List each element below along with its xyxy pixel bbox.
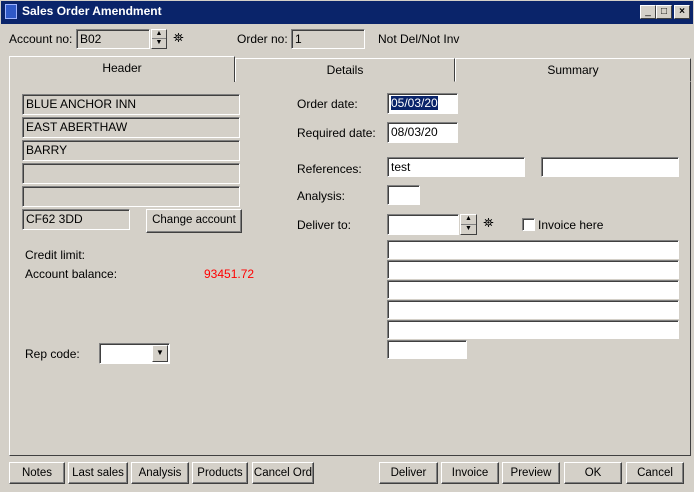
preview-button[interactable]: Preview	[502, 462, 560, 484]
address-line-3[interactable]: BARRY	[22, 140, 240, 161]
account-spinner[interactable]: ▲ ▼	[151, 29, 167, 49]
order-status: Not Del/Not Inv	[378, 32, 460, 46]
address-line-2[interactable]: EAST ABERTHAW	[22, 117, 240, 138]
account-balance-value: 93451.72	[204, 267, 255, 281]
tab-details[interactable]: Details	[235, 58, 455, 82]
spin-up-icon[interactable]: ▲	[461, 215, 476, 225]
tab-summary[interactable]: Summary	[455, 58, 691, 82]
delivery-line-1[interactable]	[387, 240, 679, 259]
account-input[interactable]: B02	[76, 29, 150, 49]
cancel-button[interactable]: Cancel	[626, 462, 684, 484]
invoice-here-label: Invoice here	[538, 218, 604, 232]
binoculars-icon[interactable]: ⛯	[478, 215, 499, 233]
minimize-button[interactable]: _	[640, 5, 656, 19]
account-label: Account no:	[9, 32, 73, 46]
account-balance-label: Account balance:	[25, 267, 118, 281]
deliver-to-spinner[interactable]: ▲ ▼	[460, 214, 477, 235]
invoice-here-checkbox[interactable]	[522, 218, 535, 231]
dropdown-arrow-icon[interactable]: ▼	[152, 345, 168, 362]
change-account-button[interactable]: Change account	[146, 209, 242, 233]
analysis-button[interactable]: Analysis	[131, 462, 189, 484]
required-date-label: Required date:	[297, 126, 376, 140]
tab-header[interactable]: Header	[9, 56, 235, 82]
reference-1-input[interactable]: test	[387, 157, 525, 177]
delivery-postcode[interactable]	[387, 340, 467, 359]
spin-up-icon[interactable]: ▲	[152, 30, 166, 39]
address-line-1[interactable]: BLUE ANCHOR INN	[22, 94, 240, 115]
address-line-4[interactable]	[22, 163, 240, 184]
delivery-line-4[interactable]	[387, 300, 679, 319]
ok-button[interactable]: OK	[564, 462, 622, 484]
window-icon	[5, 4, 17, 19]
close-button[interactable]: ×	[674, 5, 690, 19]
deliver-to-label: Deliver to:	[297, 218, 352, 232]
reference-2-input[interactable]	[541, 157, 679, 177]
deliver-to-input[interactable]	[387, 214, 459, 235]
binoculars-icon[interactable]: ⛯	[168, 30, 189, 48]
notes-button[interactable]: Notes	[9, 462, 65, 484]
rep-code-label: Rep code:	[25, 347, 80, 361]
analysis-input[interactable]	[387, 185, 420, 205]
deliver-button[interactable]: Deliver	[379, 462, 438, 484]
last-sales-button[interactable]: Last sales	[68, 462, 128, 484]
delivery-line-5[interactable]	[387, 320, 679, 339]
maximize-button[interactable]: □	[656, 5, 672, 19]
spin-down-icon[interactable]: ▼	[152, 39, 166, 48]
credit-limit-label: Credit limit:	[25, 248, 86, 262]
analysis-label: Analysis:	[297, 189, 346, 203]
postcode-field[interactable]: CF62 3DD	[22, 209, 130, 230]
order-date-input[interactable]: 05/03/20	[387, 93, 458, 114]
references-label: References:	[297, 162, 362, 176]
products-button[interactable]: Products	[192, 462, 248, 484]
required-date-input[interactable]: 08/03/20	[387, 122, 458, 143]
order-date-label: Order date:	[297, 97, 358, 111]
order-label: Order no:	[237, 32, 288, 46]
spin-down-icon[interactable]: ▼	[461, 225, 476, 235]
window-title: Sales Order Amendment	[22, 4, 162, 18]
address-line-5[interactable]	[22, 186, 240, 207]
delivery-line-2[interactable]	[387, 260, 679, 279]
delivery-line-3[interactable]	[387, 280, 679, 299]
invoice-button[interactable]: Invoice	[441, 462, 499, 484]
order-number-field: 1	[291, 29, 365, 49]
cancel-order-button[interactable]: Cancel Ord	[252, 462, 314, 484]
